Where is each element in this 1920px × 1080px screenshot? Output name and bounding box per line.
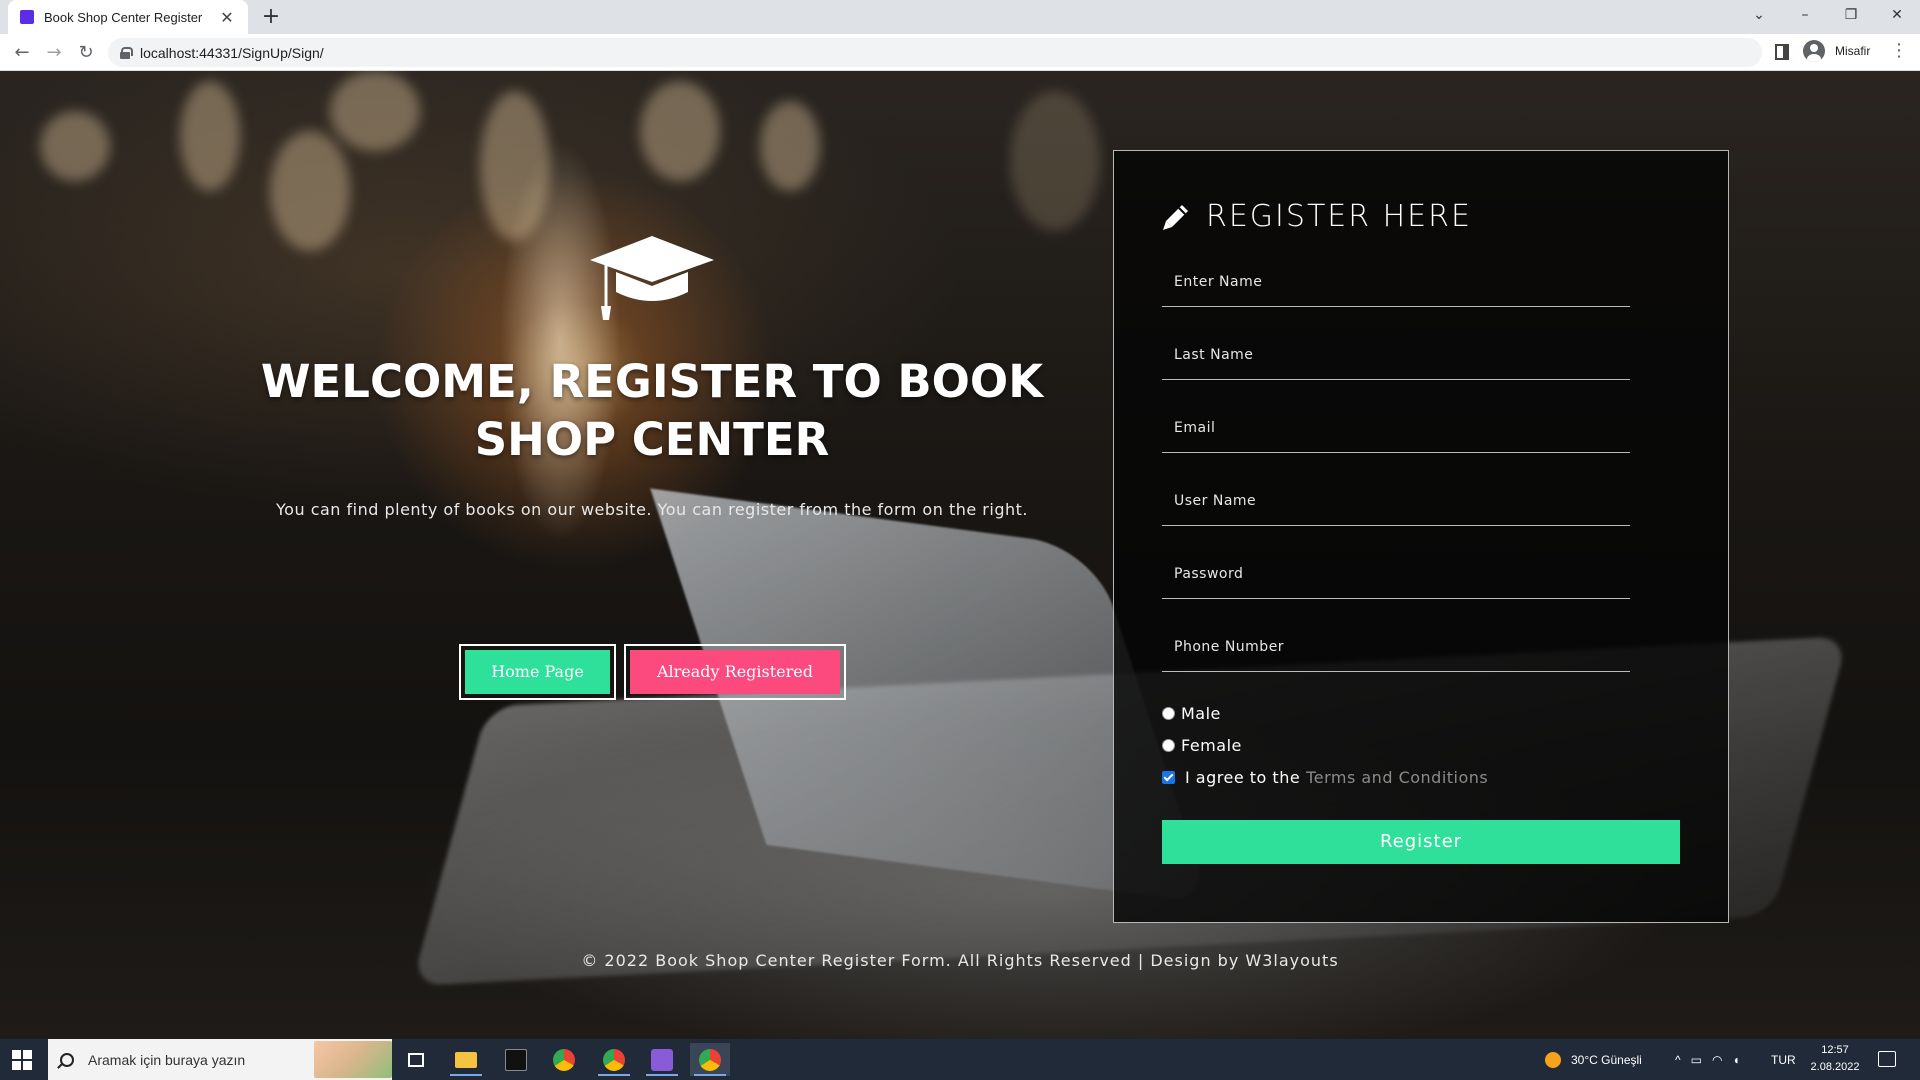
terms-link[interactable]: Terms and Conditions [1306, 768, 1488, 787]
side-panel-icon[interactable] [1775, 44, 1789, 60]
email-input[interactable] [1162, 403, 1630, 452]
chrome-profile-icon[interactable] [594, 1043, 634, 1076]
background-bokeh [640, 81, 720, 181]
background-bokeh [180, 81, 240, 191]
chevron-up-icon[interactable]: ^ [1675, 1053, 1681, 1067]
system-tray-icons[interactable]: ^ ▭ ◠ ◖ [1675, 1039, 1740, 1080]
taskbar-search-box[interactable]: Aramak için buraya yazın [48, 1039, 392, 1080]
sun-icon [1545, 1051, 1561, 1068]
browser-tab-strip: Book Shop Center Register ✕ + ⌄ – ❐ ✕ [0, 0, 1920, 34]
terminal-app-icon[interactable] [496, 1043, 536, 1076]
footer-copyright: © 2022 Book Shop Center Register Form. A… [581, 951, 1339, 970]
home-page-button[interactable]: Home Page [465, 650, 610, 694]
clock-date: 2.08.2022 [1810, 1061, 1860, 1073]
register-button[interactable]: Register [1162, 820, 1680, 864]
female-radio[interactable] [1162, 739, 1175, 752]
username-input[interactable] [1162, 476, 1630, 525]
background-bokeh [1010, 91, 1100, 231]
form-header: REGISTER HERE [1162, 199, 1472, 234]
male-radio[interactable] [1162, 707, 1175, 720]
profile-name: Misafir [1835, 44, 1871, 58]
page-viewport: WELCOME, REGISTER TO BOOK SHOP CENTER Yo… [0, 71, 1920, 1039]
page-title: WELCOME, REGISTER TO BOOK SHOP CENTER [260, 355, 1044, 466]
username-field [1162, 476, 1630, 526]
restore-button[interactable]: ❐ [1828, 0, 1874, 30]
email-field [1162, 403, 1630, 453]
background-bokeh [270, 131, 350, 251]
search-icon [60, 1052, 74, 1067]
search-highlight-image [314, 1041, 392, 1078]
background-bokeh [330, 71, 420, 151]
weather-text: 30°C Güneşli [1571, 1052, 1642, 1067]
first-name-input[interactable] [1162, 257, 1630, 306]
already-registered-button-frame: Already Registered [624, 644, 846, 700]
clock-time: 12:57 [1821, 1044, 1849, 1056]
phone-input[interactable] [1162, 622, 1630, 671]
profile-button[interactable]: Misafir [1803, 40, 1870, 62]
chrome-icon[interactable] [544, 1043, 584, 1076]
url-text[interactable]: localhost:44331/SignUp/Sign/ [140, 45, 324, 61]
windows-start-icon[interactable] [12, 1050, 32, 1070]
password-field [1162, 549, 1630, 599]
browser-tab-active[interactable]: Book Shop Center Register ✕ [8, 0, 248, 34]
visual-studio-icon[interactable] [642, 1043, 682, 1076]
form-title: REGISTER HERE [1206, 199, 1472, 234]
last-name-input[interactable] [1162, 330, 1630, 379]
notification-icon[interactable] [1878, 1051, 1896, 1067]
forward-arrow-icon[interactable]: → [40, 39, 68, 67]
tab-search-button[interactable]: ⌄ [1736, 0, 1782, 30]
lock-icon[interactable] [120, 46, 133, 59]
file-explorer-icon[interactable] [446, 1043, 486, 1076]
gender-male-option[interactable]: Male [1162, 704, 1221, 723]
password-input[interactable] [1162, 549, 1630, 598]
page-subtitle: You can find plenty of books on our webs… [276, 500, 1028, 519]
chrome-active-icon[interactable] [690, 1043, 730, 1076]
home-page-button-frame: Home Page [459, 644, 616, 700]
pencil-icon [1163, 204, 1188, 230]
background-bokeh [760, 101, 820, 191]
register-form-panel: REGISTER HERE Male Female I [1113, 150, 1729, 923]
gender-female-option[interactable]: Female [1162, 736, 1242, 755]
tab-title: Book Shop Center Register [44, 9, 203, 25]
terms-checkbox[interactable] [1162, 771, 1175, 784]
avatar-icon [1803, 40, 1825, 62]
wifi-icon[interactable]: ◠ [1712, 1053, 1722, 1067]
language-indicator[interactable]: TUR [1771, 1039, 1796, 1080]
last-name-field [1162, 330, 1630, 380]
site-favicon-icon [20, 10, 34, 24]
first-name-field [1162, 257, 1630, 307]
male-label: Male [1181, 704, 1221, 723]
task-view-icon[interactable] [396, 1043, 436, 1076]
browser-menu-icon[interactable]: ⋮ [1890, 40, 1908, 61]
weather-widget[interactable]: 30°C Güneşli [1545, 1039, 1642, 1080]
female-label: Female [1181, 736, 1242, 755]
phone-field [1162, 622, 1630, 672]
taskbar-search-placeholder: Aramak için buraya yazın [88, 1051, 246, 1068]
already-registered-button[interactable]: Already Registered [630, 650, 840, 694]
browser-toolbar: ← → ↻ localhost:44331/SignUp/Sign/ Misaf… [0, 34, 1920, 71]
battery-icon[interactable]: ▭ [1691, 1053, 1702, 1067]
reload-icon[interactable]: ↻ [72, 39, 100, 67]
background-bokeh [40, 111, 110, 181]
windows-taskbar: Aramak için buraya yazın 30°C Güneşli ^ … [0, 1039, 1920, 1080]
volume-icon[interactable]: ◖ [1732, 1053, 1739, 1067]
taskbar-clock[interactable]: 12:57 2.08.2022 [1800, 1042, 1870, 1076]
graduation-cap-icon [590, 236, 714, 320]
address-bar[interactable]: localhost:44331/SignUp/Sign/ [108, 38, 1762, 67]
close-window-button[interactable]: ✕ [1874, 0, 1920, 30]
background-bokeh [480, 91, 550, 241]
agree-label: I agree to the [1185, 768, 1301, 787]
back-arrow-icon[interactable]: ← [8, 39, 36, 67]
tab-close-icon[interactable]: ✕ [218, 8, 236, 27]
minimize-button[interactable]: – [1782, 0, 1828, 30]
terms-agreement: I agree to the Terms and Conditions [1162, 768, 1488, 787]
new-tab-button[interactable]: + [258, 4, 284, 30]
